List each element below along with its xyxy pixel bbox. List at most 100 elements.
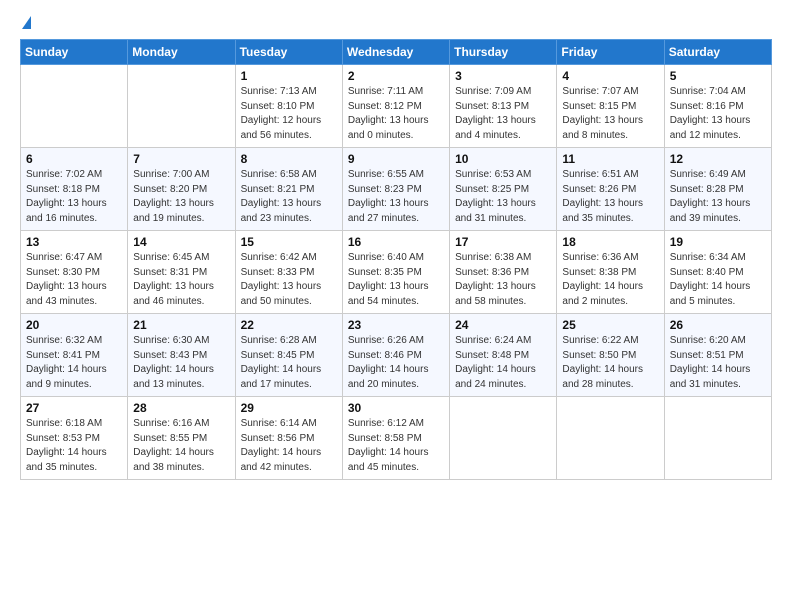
day-detail: Sunrise: 6:45 AM Sunset: 8:31 PM Dayligh… (133, 251, 229, 309)
day-number: 25 (562, 318, 658, 332)
day-detail: Sunrise: 6:58 AM Sunset: 8:21 PM Dayligh… (241, 168, 337, 226)
calendar-cell: 12 Sunrise: 6:49 AM Sunset: 8:28 PM Dayli… (664, 148, 771, 231)
calendar-cell: 30 Sunrise: 6:12 AM Sunset: 8:58 PM Dayli… (342, 397, 449, 480)
day-detail: Sunrise: 6:22 AM Sunset: 8:50 PM Dayligh… (562, 334, 658, 392)
day-detail: Sunrise: 6:32 AM Sunset: 8:41 PM Dayligh… (26, 334, 122, 392)
col-header-sunday: Sunday (21, 40, 128, 65)
calendar-cell: 11 Sunrise: 6:51 AM Sunset: 8:26 PM Dayli… (557, 148, 664, 231)
calendar-cell: 2 Sunrise: 7:11 AM Sunset: 8:12 PM Daylig… (342, 65, 449, 148)
col-header-friday: Friday (557, 40, 664, 65)
col-header-wednesday: Wednesday (342, 40, 449, 65)
day-number: 27 (26, 401, 122, 415)
day-detail: Sunrise: 6:26 AM Sunset: 8:46 PM Dayligh… (348, 334, 444, 392)
day-number: 19 (670, 235, 766, 249)
day-detail: Sunrise: 6:47 AM Sunset: 8:30 PM Dayligh… (26, 251, 122, 309)
day-number: 16 (348, 235, 444, 249)
day-number: 2 (348, 69, 444, 83)
day-number: 17 (455, 235, 551, 249)
day-number: 26 (670, 318, 766, 332)
day-detail: Sunrise: 6:40 AM Sunset: 8:35 PM Dayligh… (348, 251, 444, 309)
calendar-cell (450, 397, 557, 480)
calendar-cell: 15Sunrise: 6:42 AM Sunset: 8:33 PM Dayli… (235, 231, 342, 314)
page: SundayMondayTuesdayWednesdayThursdayFrid… (0, 0, 792, 496)
calendar-cell: 3 Sunrise: 7:09 AM Sunset: 8:13 PM Daylig… (450, 65, 557, 148)
logo (20, 16, 31, 29)
day-number: 21 (133, 318, 229, 332)
day-number: 5 (670, 69, 766, 83)
day-detail: Sunrise: 7:11 AM Sunset: 8:12 PM Dayligh… (348, 85, 444, 143)
day-number: 11 (562, 152, 658, 166)
calendar-header-row: SundayMondayTuesdayWednesdayThursdayFrid… (21, 40, 772, 65)
day-number: 30 (348, 401, 444, 415)
day-number: 15 (241, 235, 337, 249)
calendar-cell: 26 Sunrise: 6:20 AM Sunset: 8:51 PM Dayli… (664, 314, 771, 397)
calendar-cell: 5Sunrise: 7:04 AM Sunset: 8:16 PM Daylig… (664, 65, 771, 148)
col-header-thursday: Thursday (450, 40, 557, 65)
day-number: 29 (241, 401, 337, 415)
day-detail: Sunrise: 6:49 AM Sunset: 8:28 PM Dayligh… (670, 168, 766, 226)
calendar-cell: 27 Sunrise: 6:18 AM Sunset: 8:53 PM Dayli… (21, 397, 128, 480)
day-number: 20 (26, 318, 122, 332)
logo-triangle-icon (22, 16, 31, 29)
calendar-cell: 16 Sunrise: 6:40 AM Sunset: 8:35 PM Dayli… (342, 231, 449, 314)
day-number: 10 (455, 152, 551, 166)
calendar-cell: 17 Sunrise: 6:38 AM Sunset: 8:36 PM Dayli… (450, 231, 557, 314)
day-number: 14 (133, 235, 229, 249)
calendar-table: SundayMondayTuesdayWednesdayThursdayFrid… (20, 39, 772, 480)
day-detail: Sunrise: 6:18 AM Sunset: 8:53 PM Dayligh… (26, 417, 122, 475)
day-detail: Sunrise: 6:14 AM Sunset: 8:56 PM Dayligh… (241, 417, 337, 475)
day-number: 13 (26, 235, 122, 249)
calendar-cell: 29 Sunrise: 6:14 AM Sunset: 8:56 PM Dayli… (235, 397, 342, 480)
day-detail: Sunrise: 6:30 AM Sunset: 8:43 PM Dayligh… (133, 334, 229, 392)
calendar-cell: 18 Sunrise: 6:36 AM Sunset: 8:38 PM Dayli… (557, 231, 664, 314)
calendar-cell: 13 Sunrise: 6:47 AM Sunset: 8:30 PM Dayli… (21, 231, 128, 314)
day-number: 9 (348, 152, 444, 166)
calendar-week-3: 13 Sunrise: 6:47 AM Sunset: 8:30 PM Dayli… (21, 231, 772, 314)
day-detail: Sunrise: 7:09 AM Sunset: 8:13 PM Dayligh… (455, 85, 551, 143)
calendar-cell: 21 Sunrise: 6:30 AM Sunset: 8:43 PM Dayli… (128, 314, 235, 397)
calendar-cell: 14 Sunrise: 6:45 AM Sunset: 8:31 PM Dayli… (128, 231, 235, 314)
calendar-cell: 20 Sunrise: 6:32 AM Sunset: 8:41 PM Dayli… (21, 314, 128, 397)
calendar-cell (128, 65, 235, 148)
day-detail: Sunrise: 6:51 AM Sunset: 8:26 PM Dayligh… (562, 168, 658, 226)
calendar-cell: 24Sunrise: 6:24 AM Sunset: 8:48 PM Dayli… (450, 314, 557, 397)
calendar-week-1: 1 Sunrise: 7:13 AM Sunset: 8:10 PM Daylig… (21, 65, 772, 148)
calendar-cell: 1 Sunrise: 7:13 AM Sunset: 8:10 PM Daylig… (235, 65, 342, 148)
col-header-tuesday: Tuesday (235, 40, 342, 65)
calendar-week-5: 27 Sunrise: 6:18 AM Sunset: 8:53 PM Dayli… (21, 397, 772, 480)
day-detail: Sunrise: 6:12 AM Sunset: 8:58 PM Dayligh… (348, 417, 444, 475)
calendar-cell (557, 397, 664, 480)
calendar-cell: 10 Sunrise: 6:53 AM Sunset: 8:25 PM Dayli… (450, 148, 557, 231)
day-detail: Sunrise: 7:02 AM Sunset: 8:18 PM Dayligh… (26, 168, 122, 226)
day-detail: Sunrise: 6:20 AM Sunset: 8:51 PM Dayligh… (670, 334, 766, 392)
calendar-cell: 8 Sunrise: 6:58 AM Sunset: 8:21 PM Daylig… (235, 148, 342, 231)
day-number: 24 (455, 318, 551, 332)
day-detail: Sunrise: 6:53 AM Sunset: 8:25 PM Dayligh… (455, 168, 551, 226)
day-detail: Sunrise: 7:07 AM Sunset: 8:15 PM Dayligh… (562, 85, 658, 143)
day-number: 3 (455, 69, 551, 83)
calendar-cell: 22Sunrise: 6:28 AM Sunset: 8:45 PM Dayli… (235, 314, 342, 397)
col-header-saturday: Saturday (664, 40, 771, 65)
day-detail: Sunrise: 6:38 AM Sunset: 8:36 PM Dayligh… (455, 251, 551, 309)
calendar-week-2: 6 Sunrise: 7:02 AM Sunset: 8:18 PM Daylig… (21, 148, 772, 231)
day-detail: Sunrise: 6:36 AM Sunset: 8:38 PM Dayligh… (562, 251, 658, 309)
day-number: 23 (348, 318, 444, 332)
calendar-cell: 28Sunrise: 6:16 AM Sunset: 8:55 PM Dayli… (128, 397, 235, 480)
day-number: 1 (241, 69, 337, 83)
calendar-cell (664, 397, 771, 480)
calendar-cell (21, 65, 128, 148)
calendar-week-4: 20 Sunrise: 6:32 AM Sunset: 8:41 PM Dayli… (21, 314, 772, 397)
calendar-cell: 23 Sunrise: 6:26 AM Sunset: 8:46 PM Dayli… (342, 314, 449, 397)
day-detail: Sunrise: 6:28 AM Sunset: 8:45 PM Dayligh… (241, 334, 337, 392)
day-detail: Sunrise: 7:13 AM Sunset: 8:10 PM Dayligh… (241, 85, 337, 143)
day-number: 7 (133, 152, 229, 166)
header (20, 16, 772, 29)
col-header-monday: Monday (128, 40, 235, 65)
day-number: 8 (241, 152, 337, 166)
day-number: 18 (562, 235, 658, 249)
day-number: 28 (133, 401, 229, 415)
day-number: 12 (670, 152, 766, 166)
calendar-cell: 7 Sunrise: 7:00 AM Sunset: 8:20 PM Daylig… (128, 148, 235, 231)
day-number: 6 (26, 152, 122, 166)
day-detail: Sunrise: 7:00 AM Sunset: 8:20 PM Dayligh… (133, 168, 229, 226)
